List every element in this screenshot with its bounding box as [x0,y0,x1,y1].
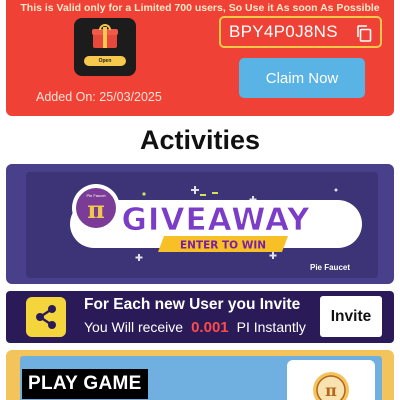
giveaway-image: π Pie Faucet GIVEAWAY ENTER TO WIN Pie F… [26,172,378,278]
invite-receive-prefix: You Will receive [84,319,184,335]
promo-validity-note: This is Valid only for a Limited 700 use… [20,2,380,14]
invite-title: For Each new User you Invite [84,296,301,313]
copy-icon[interactable] [356,25,372,42]
added-on-date: Added On: 25/03/2025 [36,90,162,104]
invite-reward-text: You Will receive 0.001 PI Instantly [84,319,306,336]
giveaway-brand: Pie Faucet [310,263,350,272]
pi-symbol: π [87,195,105,224]
giveaway-banner[interactable]: π Pie Faucet GIVEAWAY ENTER TO WIN Pie F… [6,164,394,284]
giveaway-artwork: π Pie Faucet GIVEAWAY ENTER TO WIN Pie F… [70,184,362,272]
gift-icon [92,24,118,48]
page: This is Valid only for a Limited 700 use… [0,0,400,400]
invite-reward-amount: 0.001 [191,319,229,336]
invite-receive-suffix: PI Instantly [236,319,306,335]
gift-open-button: Open [84,56,126,66]
claim-now-button[interactable]: Claim Now [239,58,365,98]
promo-card: This is Valid only for a Limited 700 use… [6,0,394,116]
invite-button[interactable]: Invite [320,296,382,337]
promo-code-box[interactable]: BPY4P0J8NS [219,16,382,48]
game-pi-symbol: π [325,381,337,400]
game-icon[interactable]: π [287,360,375,400]
pi-badge-text: Pie Faucet [86,193,106,198]
invite-card: For Each new User you Invite You Will re… [6,291,394,343]
share-icon[interactable] [26,297,66,337]
giveaway-headline: GIVEAWAY [121,202,310,238]
gift-image[interactable]: Open [74,18,136,76]
enter-to-win: ENTER TO WIN [180,240,266,252]
promo-code: BPY4P0J8NS [229,22,338,41]
play-game-label[interactable]: PLAY GAME [22,369,148,399]
activities-heading: Activities [139,125,261,155]
